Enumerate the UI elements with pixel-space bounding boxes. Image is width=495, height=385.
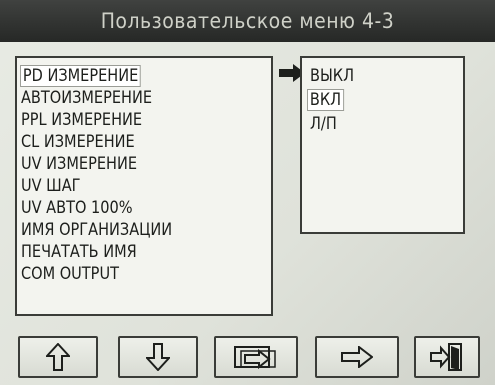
menu-item-uv-auto[interactable]: UV АВТО 100% <box>21 198 133 218</box>
menu-item-auto-measurement[interactable]: АВТОИЗМЕРЕНИЕ <box>21 88 152 108</box>
option-list-panel: ВЫКЛ ВКЛ Л/П <box>300 56 465 234</box>
exit-button[interactable] <box>414 336 480 378</box>
switch-panel-icon <box>234 346 276 370</box>
menu-item-uv-measurement[interactable]: UV ИЗМЕРЕНИЕ <box>21 154 137 174</box>
device-screen: Пользовательское меню 4-3 PD ИЗМЕРЕНИЕ А… <box>0 0 495 385</box>
menu-item-cl-measurement[interactable]: CL ИЗМЕРЕНИЕ <box>21 132 135 152</box>
menu-item-print-name[interactable]: ПЕЧАТАТЬ ИМЯ <box>21 242 137 262</box>
menu-item-uv-step[interactable]: UV ШАГ <box>21 176 81 196</box>
menu-item-ppl-measurement[interactable]: PPL ИЗМЕРЕНИЕ <box>21 110 142 130</box>
option-lr[interactable]: Л/П <box>310 114 337 134</box>
page-title: Пользовательское меню 4-3 <box>0 0 495 42</box>
menu-item-com-output[interactable]: COM OUTPUT <box>21 264 119 284</box>
option-on[interactable]: ВКЛ <box>307 89 344 111</box>
arrow-right-icon <box>341 346 373 368</box>
up-button[interactable] <box>18 336 98 378</box>
title-text: Пользовательское меню 4-3 <box>100 9 395 33</box>
switch-panel-button[interactable] <box>214 336 298 378</box>
option-off[interactable]: ВЫКЛ <box>310 66 354 86</box>
arrow-up-icon <box>46 343 70 371</box>
menu-list-panel: PD ИЗМЕРЕНИЕ АВТОИЗМЕРЕНИЕ PPL ИЗМЕРЕНИЕ… <box>15 56 273 316</box>
right-button[interactable] <box>315 336 399 378</box>
arrow-down-icon <box>146 343 170 371</box>
exit-door-icon <box>430 343 462 371</box>
down-button[interactable] <box>118 336 198 378</box>
menu-item-org-name[interactable]: ИМЯ ОРГАНИЗАЦИИ <box>21 220 172 240</box>
menu-item-pd-measurement[interactable]: PD ИЗМЕРЕНИЕ <box>20 65 142 87</box>
